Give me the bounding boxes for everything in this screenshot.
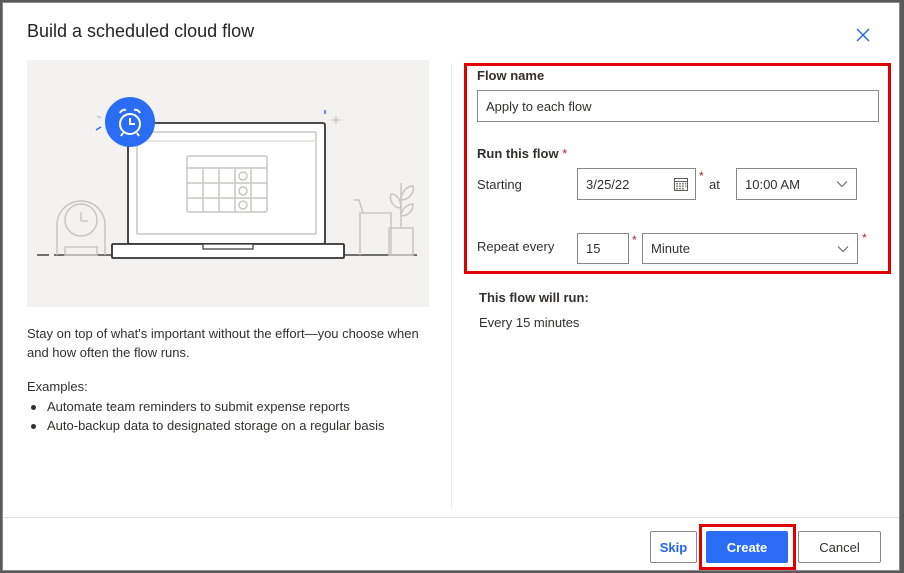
required-indicator: * (632, 233, 637, 247)
flow-name-input[interactable]: Apply to each flow (477, 90, 879, 122)
start-time-dropdown[interactable]: 10:00 AM (736, 168, 857, 200)
repeat-interval-value: 15 (586, 241, 601, 256)
description-text: Stay on top of what's important without … (27, 326, 419, 360)
cancel-button[interactable]: Cancel (798, 531, 881, 563)
flow-name-value: Apply to each flow (486, 98, 592, 114)
required-indicator: * (862, 231, 867, 245)
plant-icon (354, 183, 415, 256)
skip-button[interactable]: Skip (650, 531, 697, 563)
desk-clock-icon (56, 200, 106, 256)
run-this-flow-text: Run this flow (477, 146, 559, 161)
at-label: at (709, 177, 720, 192)
calendar-icon (674, 178, 688, 191)
starting-label: Starting (477, 177, 522, 192)
close-icon (856, 28, 870, 42)
run-this-flow-label: Run this flow * (477, 146, 567, 161)
chevron-down-icon (828, 169, 856, 199)
start-date-value: 3/25/22 (586, 176, 630, 192)
repeat-every-label: Repeat every (477, 239, 555, 254)
required-indicator: * (562, 146, 568, 161)
repeat-unit-value: Minute (651, 241, 691, 256)
illustration (27, 60, 429, 307)
summary-text: Every 15 minutes (479, 315, 580, 330)
example-item: Auto-backup data to designated storage o… (27, 416, 385, 435)
calendar-button[interactable] (667, 169, 695, 199)
build-scheduled-flow-dialog: Build a scheduled cloud flow Stay on top… (2, 2, 900, 571)
laptop-icon (111, 122, 345, 259)
summary-title: This flow will run: (479, 290, 589, 305)
example-item: Automate team reminders to submit expens… (27, 397, 385, 416)
repeat-interval-input[interactable]: 15 (577, 233, 629, 264)
footer-divider (3, 517, 899, 518)
repeat-unit-dropdown[interactable]: Minute (642, 233, 858, 264)
close-button[interactable] (853, 25, 873, 45)
examples-label: Examples: (27, 379, 88, 394)
flow-name-label: Flow name (477, 68, 545, 83)
dialog-title: Build a scheduled cloud flow (27, 21, 255, 41)
examples-list: Automate team reminders to submit expens… (27, 397, 385, 435)
panel-divider (451, 63, 452, 508)
required-indicator: * (699, 169, 704, 183)
chevron-down-icon (829, 234, 857, 263)
start-time-value: 10:00 AM (745, 176, 800, 192)
start-date-picker[interactable]: 3/25/22 (577, 168, 696, 200)
create-highlight-box (699, 524, 796, 570)
